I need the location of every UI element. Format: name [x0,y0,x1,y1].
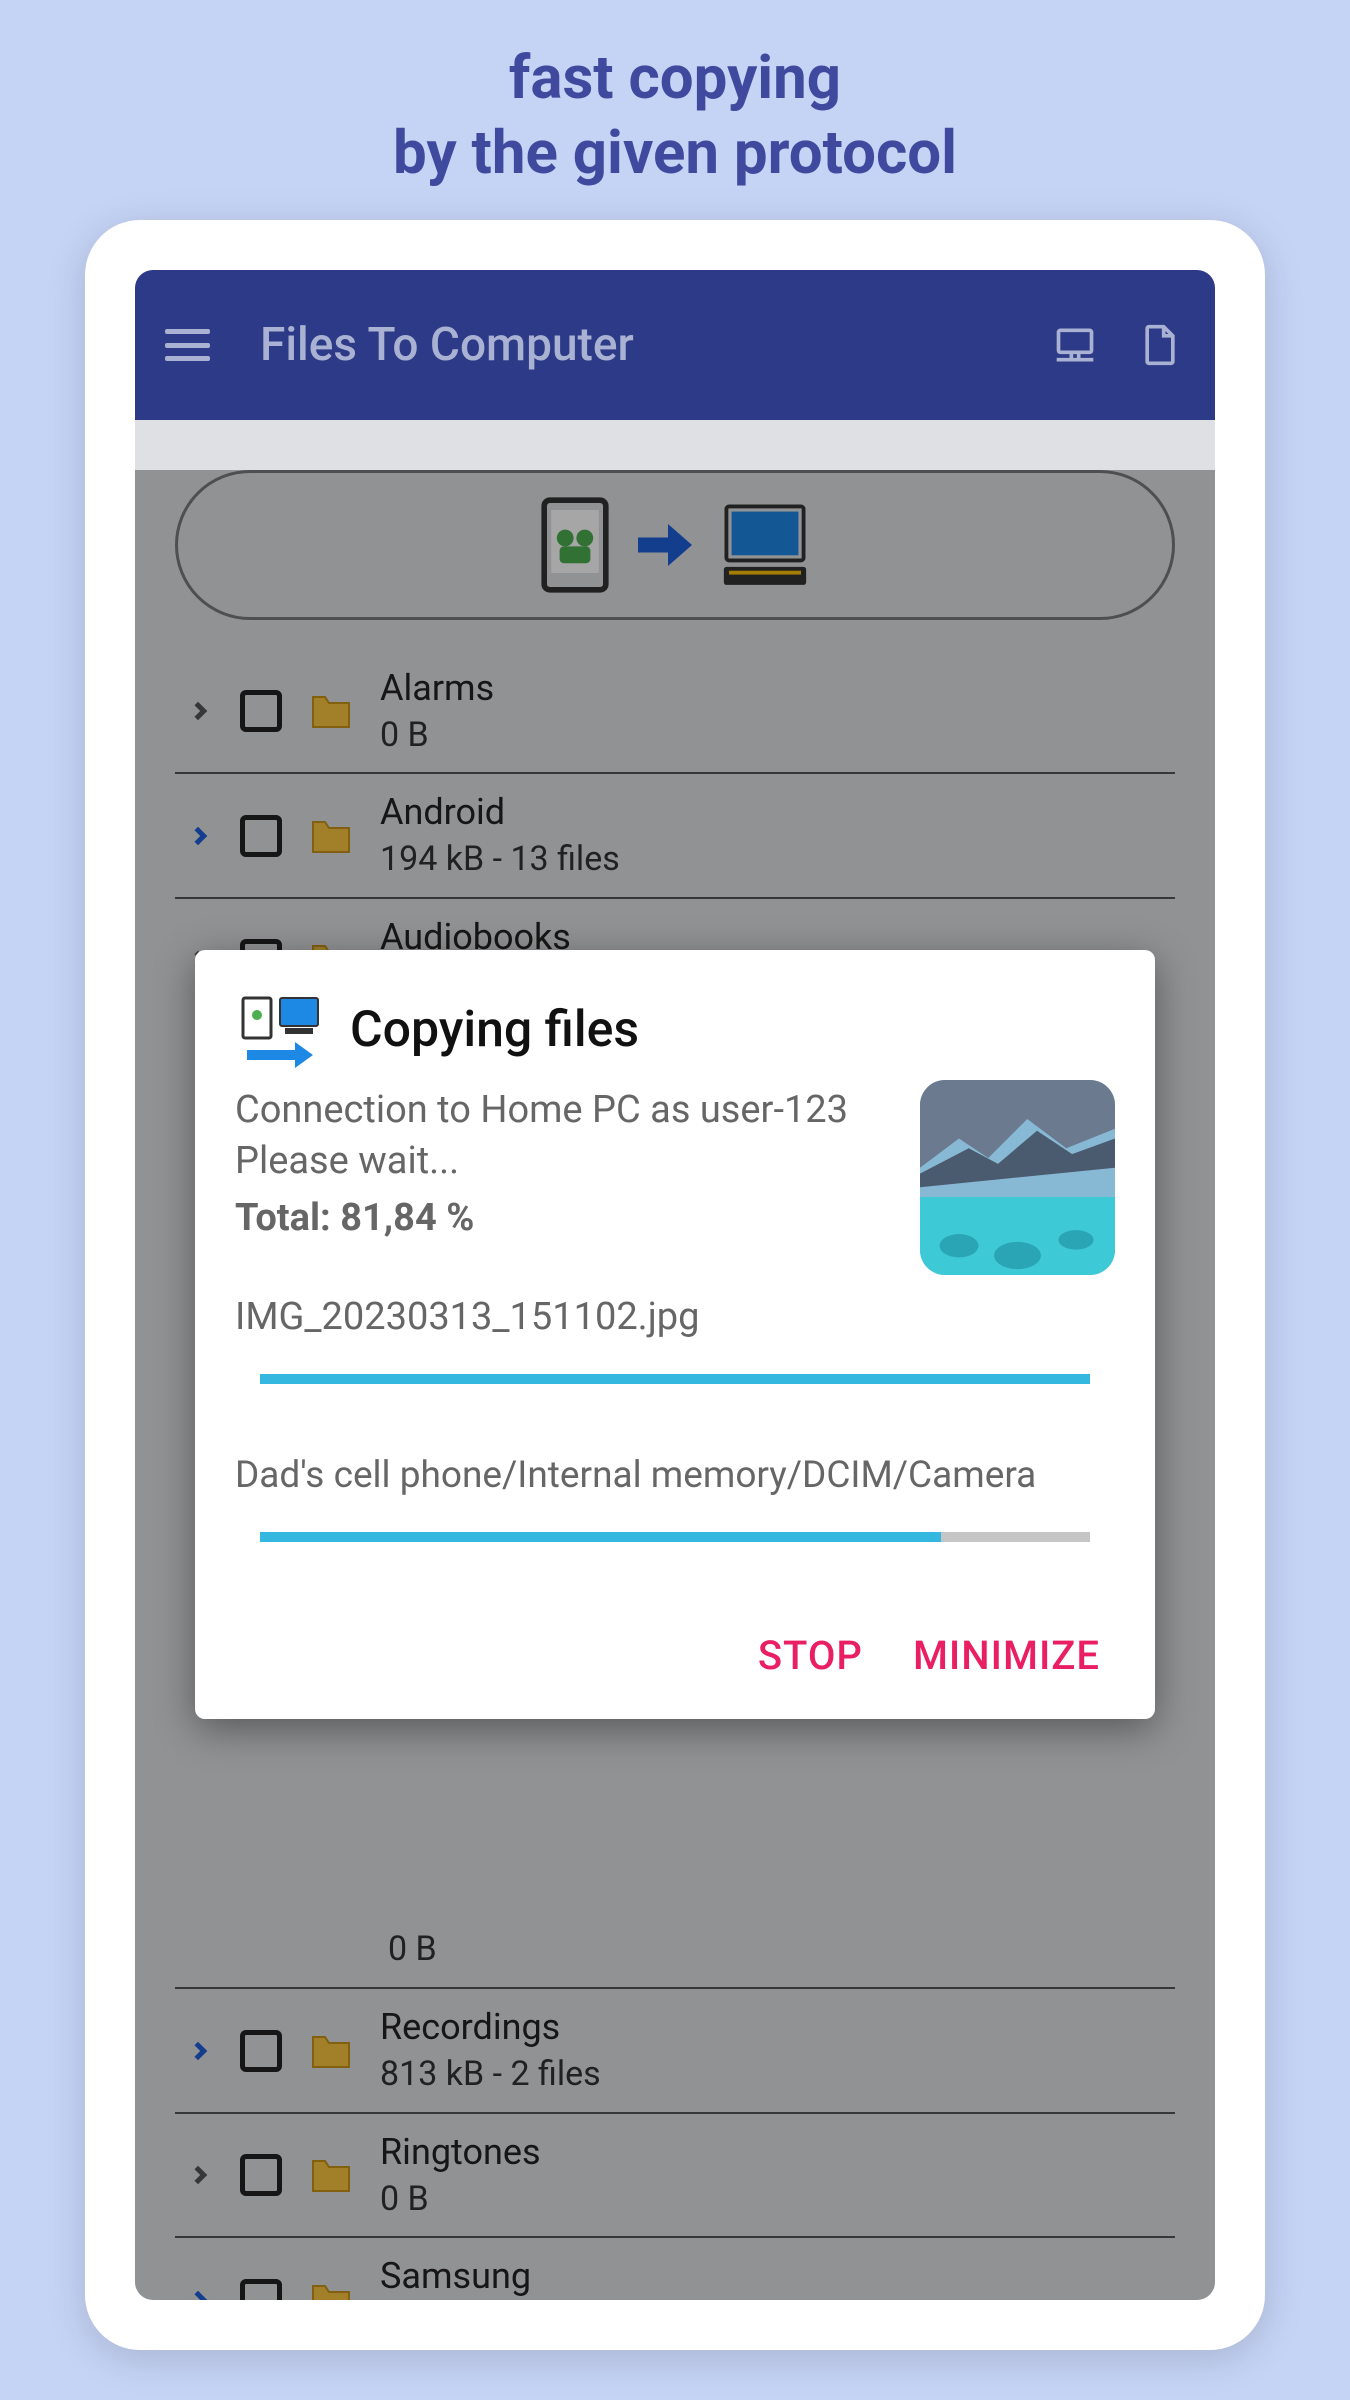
minimize-button[interactable]: MINIMIZE [913,1632,1100,1679]
app-bar: Files To Computer [135,270,1215,420]
dialog-actions: STOP MINIMIZE [235,1632,1115,1679]
destination-path: Dad's cell phone/Internal memory/DCIM/Ca… [235,1454,1115,1497]
app-title: Files To Computer [260,318,1015,372]
copy-dialog: Copying files Connection to Home PC as u… [195,950,1155,1719]
dialog-title: Copying files [350,1001,639,1059]
current-file-name: IMG_20230313_151102.jpg [235,1295,1115,1339]
total-progress-bar [260,1532,1090,1542]
file-icon[interactable] [1135,320,1185,370]
dialog-header: Copying files [235,990,1115,1070]
app-screen: Files To Computer Alarms0 B [135,270,1215,2300]
computer-icon[interactable] [1050,320,1100,370]
file-progress-bar [260,1374,1090,1384]
file-progress-fill [260,1374,1090,1384]
stop-button[interactable]: STOP [758,1632,863,1679]
total-progress-fill [260,1532,941,1542]
transfer-icon [235,990,325,1070]
promo-heading: fast copyingby the given protocol [0,0,1350,220]
content-area: Alarms0 B Android194 kB - 13 files Audio… [135,470,1215,2300]
hamburger-icon[interactable] [165,329,210,361]
dialog-body: Connection to Home PC as user-123 Please… [235,1085,1115,1679]
file-thumbnail [920,1080,1115,1275]
phone-frame: Files To Computer Alarms0 B [85,220,1265,2350]
